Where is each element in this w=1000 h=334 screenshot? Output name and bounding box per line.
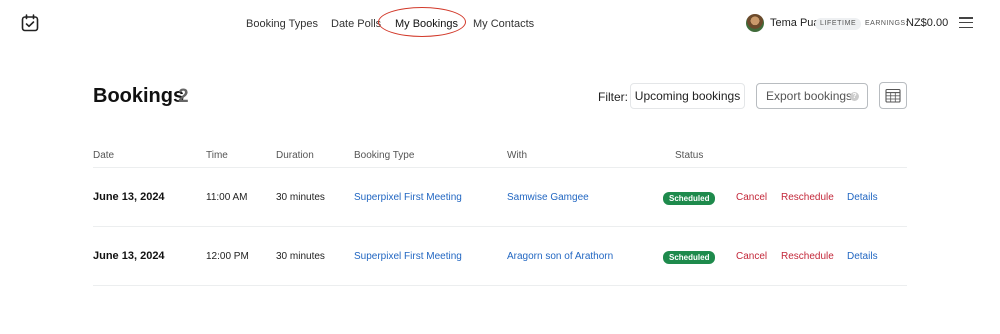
row-date: June 13, 2024	[93, 250, 165, 262]
nav-date-polls[interactable]: Date Polls	[331, 17, 381, 31]
header-divider	[93, 167, 907, 168]
calendar-icon	[885, 88, 901, 103]
cancel-link[interactable]: Cancel	[736, 192, 767, 203]
column-header-status: Status	[675, 150, 704, 161]
status-badge: Scheduled	[663, 192, 716, 205]
row-divider	[93, 226, 907, 227]
column-header-time: Time	[206, 150, 228, 161]
row-booking-type-link[interactable]: Superpixel First Meeting	[354, 192, 462, 203]
row-time: 11:00 AM	[206, 192, 248, 203]
help-icon[interactable]: ?	[850, 92, 859, 101]
column-header-booking-type: Booking Type	[354, 150, 415, 161]
earnings-label: EARNINGS:	[865, 20, 909, 27]
plan-badge: LIFETIME	[815, 18, 862, 30]
nav-booking-types[interactable]: Booking Types	[246, 17, 318, 31]
details-link[interactable]: Details	[847, 192, 878, 203]
row-contact-link[interactable]: Aragorn son of Arathorn	[507, 251, 613, 262]
earnings-value: NZ$0.00	[906, 17, 949, 29]
filter-select-value: Upcoming bookings	[634, 89, 741, 103]
row-duration: 30 minutes	[276, 192, 325, 203]
user-name: Tema Pua	[770, 17, 820, 29]
avatar[interactable]	[746, 14, 764, 32]
top-navigation-bar: Booking Types Date Polls My Bookings My …	[0, 0, 1000, 48]
details-link[interactable]: Details	[847, 251, 878, 262]
row-time: 12:00 PM	[206, 251, 249, 262]
export-bookings-label: Export bookings	[766, 89, 853, 103]
column-header-duration: Duration	[276, 150, 314, 161]
filter-select[interactable]: Upcoming bookings	[630, 83, 745, 109]
column-header-with: With	[507, 150, 527, 161]
filter-label: Filter:	[598, 90, 628, 104]
export-bookings-button[interactable]: Export bookings ?	[756, 83, 868, 109]
row-date: June 13, 2024	[93, 191, 165, 203]
nav-my-contacts[interactable]: My Contacts	[473, 17, 534, 31]
page-title: Bookings	[93, 85, 185, 107]
cancel-link[interactable]: Cancel	[736, 251, 767, 262]
column-header-date: Date	[93, 150, 115, 161]
row-contact-link[interactable]: Samwise Gamgee	[507, 192, 589, 203]
calendar-view-button[interactable]	[879, 82, 907, 109]
hamburger-menu-icon[interactable]	[959, 17, 973, 29]
bookings-count: 2	[178, 86, 189, 107]
row-booking-type-link[interactable]: Superpixel First Meeting	[354, 251, 462, 262]
row-divider	[93, 285, 907, 286]
reschedule-link[interactable]: Reschedule	[781, 192, 834, 203]
row-duration: 30 minutes	[276, 251, 325, 262]
reschedule-link[interactable]: Reschedule	[781, 251, 834, 262]
highlight-annotation-oval	[378, 7, 466, 37]
status-badge: Scheduled	[663, 251, 716, 264]
